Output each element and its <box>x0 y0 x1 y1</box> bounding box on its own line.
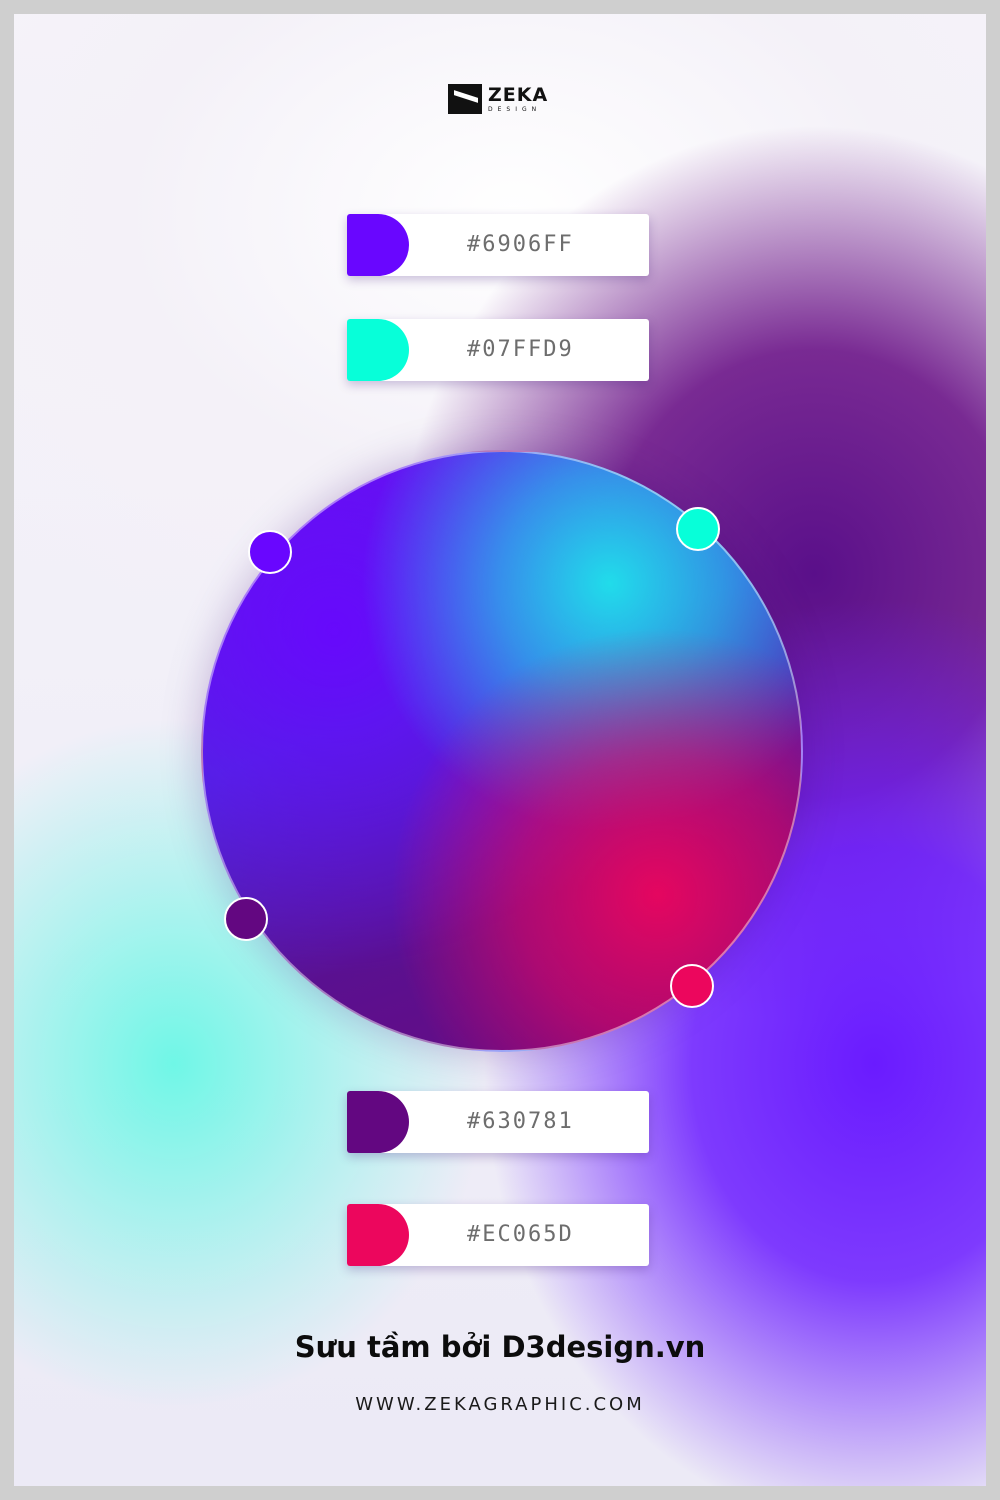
color-dot <box>224 897 268 941</box>
color-dot <box>670 964 714 1008</box>
swatch-chip <box>347 319 409 381</box>
swatch-hex-label: #07FFD9 <box>467 337 574 362</box>
poster-canvas: ZEKA DESIGN #6906FF #07FFD9 #630781 #EC0… <box>14 14 986 1486</box>
swatch-hex-label: #6906FF <box>467 232 574 257</box>
swatch-chip <box>347 1204 409 1266</box>
zeka-logo: ZEKA DESIGN <box>448 84 548 114</box>
logo-name: ZEKA <box>488 83 549 106</box>
swatch-3: #630781 <box>347 1091 649 1153</box>
logo-sub: DESIGN <box>488 105 542 113</box>
swatch-1: #6906FF <box>347 214 649 276</box>
swatch-hex-label: #630781 <box>467 1109 574 1134</box>
color-dot <box>248 530 292 574</box>
swatch-hex-label: #EC065D <box>467 1222 574 1247</box>
credit-text: Sưu tầm bởi D3design.vn <box>294 1330 706 1364</box>
color-dot <box>676 507 720 551</box>
website-url: WWW.ZEKAGRAPHIC.COM <box>355 1394 645 1415</box>
swatch-chip <box>347 214 409 276</box>
zeka-logo-icon <box>448 84 482 114</box>
swatch-4: #EC065D <box>347 1204 649 1266</box>
logo-text: ZEKA DESIGN <box>488 83 549 113</box>
swatch-2: #07FFD9 <box>347 319 649 381</box>
swatch-chip <box>347 1091 409 1153</box>
